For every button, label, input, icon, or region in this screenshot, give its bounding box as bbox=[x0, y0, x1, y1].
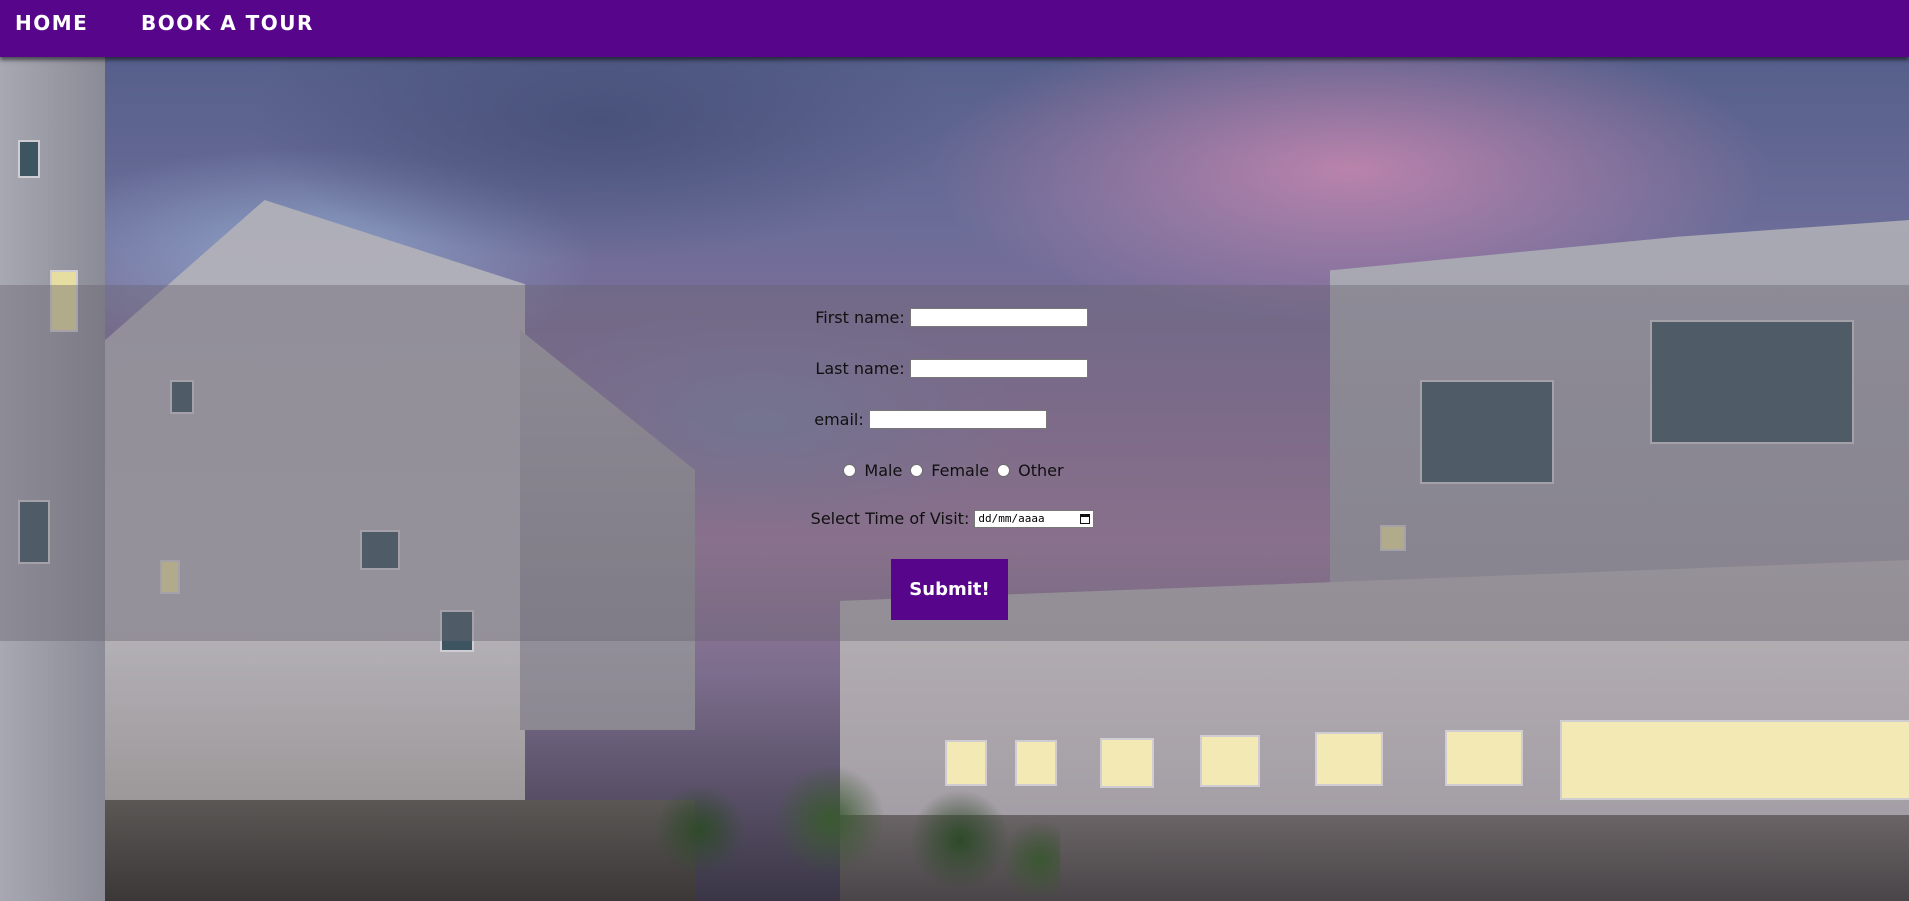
window bbox=[1200, 735, 1260, 787]
building-base-left bbox=[105, 800, 695, 901]
radio-other-label: Other bbox=[1018, 461, 1064, 480]
first-name-label: First name: bbox=[815, 308, 905, 327]
visit-time-row: Select Time of Visit: dd/mm/aaaa bbox=[0, 509, 1909, 528]
gender-radio-group: Male Female Other bbox=[0, 461, 1909, 480]
window bbox=[1445, 730, 1523, 786]
radio-female[interactable] bbox=[910, 464, 924, 477]
calendar-icon[interactable] bbox=[1080, 513, 1091, 524]
last-name-label: Last name: bbox=[815, 359, 905, 378]
date-placeholder: dd/mm/aaaa bbox=[978, 512, 1045, 525]
first-name-input[interactable] bbox=[909, 308, 1088, 327]
visit-time-label: Select Time of Visit: bbox=[810, 509, 970, 528]
window bbox=[1015, 740, 1057, 786]
email-input[interactable] bbox=[868, 410, 1047, 429]
booking-form-panel: First name: Last name: email: Male Femal… bbox=[0, 285, 1909, 641]
window bbox=[1560, 720, 1909, 800]
submit-button[interactable]: Submit! bbox=[891, 559, 1008, 620]
visit-date-input[interactable]: dd/mm/aaaa bbox=[974, 509, 1095, 528]
nav-book-tour-link[interactable]: BOOK A TOUR bbox=[141, 11, 314, 35]
last-name-input[interactable] bbox=[909, 359, 1088, 378]
window bbox=[1315, 732, 1383, 786]
courtyard-trees bbox=[640, 760, 1060, 901]
first-name-row: First name: bbox=[0, 308, 1909, 327]
window bbox=[945, 740, 987, 786]
top-navbar: HOME BOOK A TOUR bbox=[0, 0, 1909, 57]
email-row: email: bbox=[0, 410, 1909, 429]
radio-other[interactable] bbox=[997, 464, 1011, 477]
email-label: email: bbox=[814, 410, 864, 429]
window bbox=[1100, 738, 1154, 788]
window bbox=[18, 140, 40, 178]
radio-male-label: Male bbox=[864, 461, 903, 480]
radio-female-label: Female bbox=[931, 461, 990, 480]
last-name-row: Last name: bbox=[0, 359, 1909, 378]
radio-male[interactable] bbox=[843, 464, 857, 477]
nav-home-link[interactable]: HOME bbox=[15, 11, 88, 35]
